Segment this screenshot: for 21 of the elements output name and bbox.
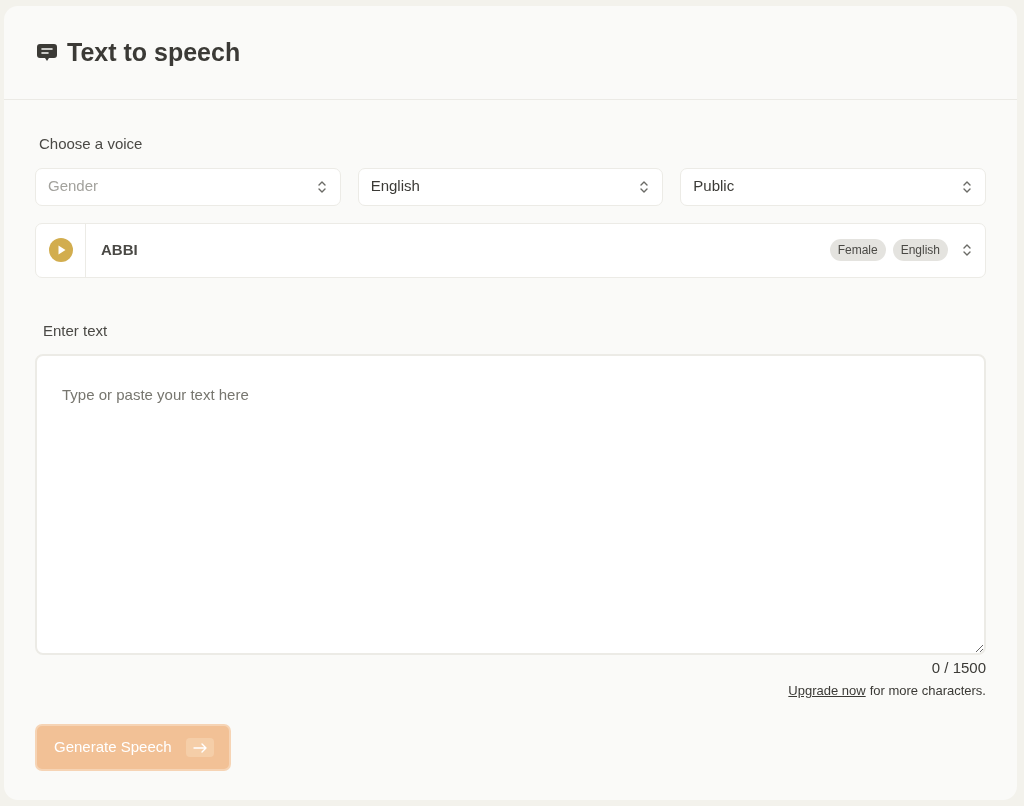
section-label: Choose a voice (39, 134, 144, 154)
chevron-up-down-icon (316, 179, 327, 194)
select-value: English (370, 176, 420, 197)
voice-name: ABBI (101, 239, 139, 260)
chevron-up-down-icon (962, 179, 972, 194)
dropdown-select[interactable]: English (357, 167, 664, 206)
text-input-field[interactable]: Type or paste your text here (35, 354, 986, 655)
upgrade-note: for more characters. (869, 681, 986, 700)
chevron-up-down-icon (962, 243, 972, 257)
voice-tag: Female (829, 239, 886, 261)
voice-select[interactable]: ABBI Female English (35, 222, 986, 278)
chevron-up-down-icon (639, 179, 650, 194)
select-placeholder: Gender (48, 176, 99, 197)
play-icon[interactable] (48, 238, 73, 262)
character-counter: 0 / 1500 (931, 658, 986, 678)
select-value: Public (693, 176, 735, 197)
section-label: Enter text (43, 320, 109, 341)
dropdown-select[interactable]: Public (680, 167, 986, 206)
page-title: Text to speech (67, 36, 241, 68)
upgrade-link[interactable]: Upgrade now (788, 680, 866, 700)
voice-tag: English (892, 239, 948, 261)
